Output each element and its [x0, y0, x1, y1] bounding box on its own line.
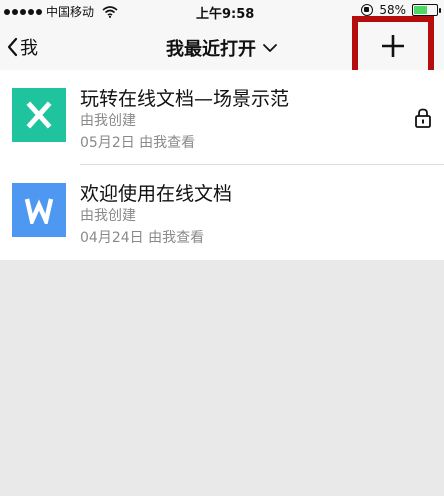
doc-title: 欢迎使用在线文档 [80, 183, 233, 205]
doc-viewed: 04月24日 由我查看 [80, 230, 205, 246]
battery-icon [412, 4, 441, 16]
status-right: 58% [361, 3, 441, 17]
orientation-lock-icon [361, 4, 374, 16]
doc-viewed: 05月2日 由我查看 [80, 135, 196, 151]
plus-icon [382, 35, 404, 57]
nav-bar: 我 我最近打开 [0, 16, 444, 76]
signal-strength-icon [4, 8, 42, 15]
wifi-icon [102, 5, 118, 18]
list-item[interactable]: 欢迎使用在线文档 由我创建 04月24日 由我查看 [0, 165, 444, 260]
battery-fill [414, 6, 427, 14]
status-time: 上午9:58 [196, 7, 255, 22]
status-left: 中国移动 [4, 3, 118, 20]
doc-title: 玩转在线文档—场景示范 [80, 88, 290, 110]
page-title: 我最近打开 [166, 39, 256, 60]
letter-w-icon [24, 198, 54, 224]
word-doc-icon [12, 183, 66, 237]
excel-doc-icon [12, 88, 66, 142]
battery-percent: 58% [379, 3, 406, 17]
doc-creator: 由我创建 [80, 208, 136, 224]
carrier-name: 中国移动 [46, 5, 95, 19]
letter-x-icon [26, 101, 52, 129]
add-document-button[interactable] [352, 16, 434, 76]
lock-icon [415, 108, 431, 128]
chevron-down-icon [263, 44, 277, 52]
document-list: 玩转在线文档—场景示范 由我创建 05月2日 由我查看 欢迎使用在线文档 由我创… [0, 70, 444, 260]
list-item[interactable]: 玩转在线文档—场景示范 由我创建 05月2日 由我查看 [0, 70, 444, 165]
doc-creator: 由我创建 [80, 113, 136, 129]
